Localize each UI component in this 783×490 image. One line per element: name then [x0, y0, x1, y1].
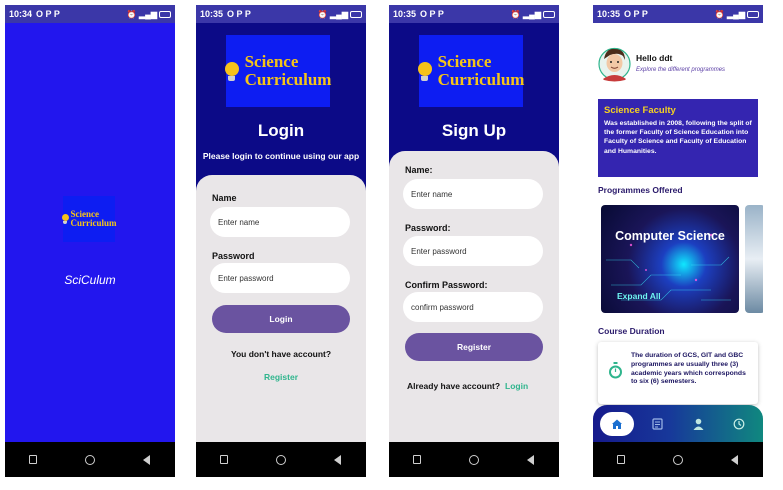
- page-title: Login: [257, 121, 305, 140]
- android-nav-bar: [593, 442, 763, 477]
- battery-icon: [350, 10, 362, 18]
- back-button[interactable]: [140, 453, 154, 467]
- faculty-description: Was established in 2008, following the s…: [604, 120, 752, 155]
- status-time: 10:35: [200, 9, 224, 19]
- avatar-icon[interactable]: [598, 43, 631, 85]
- programme-card-next[interactable]: [745, 205, 763, 313]
- status-bar: 10:35 O P P ⏰ ▂▄▆: [593, 5, 763, 23]
- programmes-heading: Programmes Offered: [598, 185, 683, 195]
- course-duration-heading: Course Duration: [598, 326, 665, 336]
- register-link[interactable]: Register: [196, 372, 366, 382]
- duration-card: The duration of GCS, GIT and GBC program…: [598, 342, 758, 404]
- home-screen: 10:35 O P P ⏰ ▂▄▆ Hello ddt Explore the d…: [593, 5, 763, 477]
- logo-line1: Science: [244, 52, 299, 72]
- history-icon: [733, 418, 745, 429]
- status-bar: 10:35 O P P ⏰ ▂▄▆: [196, 5, 366, 23]
- android-nav-bar: [5, 442, 175, 477]
- login-screen: 10:35 O P P ⏰ ▂▄▆ Science Curriculum Logi…: [196, 5, 366, 477]
- home-button[interactable]: [274, 453, 288, 467]
- faculty-title: Science Faculty: [604, 105, 676, 116]
- recents-button[interactable]: [26, 453, 40, 467]
- back-button[interactable]: [331, 453, 345, 467]
- nav-courses-tab[interactable]: [641, 412, 675, 436]
- name-label: Name: [212, 193, 237, 203]
- login-form-card: Name Enter name Password Enter password …: [196, 175, 366, 442]
- status-time: 10:34: [9, 9, 33, 19]
- no-account-prompt: You don't have account?: [230, 349, 332, 359]
- login-button[interactable]: Login: [212, 305, 350, 333]
- name-label: Name:: [405, 165, 433, 175]
- status-bar: 10:35 O P P ⏰ ▂▄▆: [389, 5, 559, 23]
- have-account-prompt: Already have account?: [407, 381, 501, 391]
- faculty-card: Science Faculty Was established in 2008,…: [598, 99, 758, 177]
- status-notification-icons: O P P: [420, 9, 444, 19]
- greeting-subtitle: Explore the different programmes: [636, 67, 726, 73]
- login-link[interactable]: Login: [505, 381, 528, 391]
- status-bar: 10:34 O P P ⏰ ▂▄▆: [5, 5, 175, 23]
- name-input[interactable]: Enter name: [210, 207, 350, 237]
- nav-history-tab[interactable]: [722, 412, 756, 436]
- nav-profile-tab[interactable]: [681, 412, 715, 436]
- splash-screen: 10:34 O P P ⏰ ▂▄▆ Science Curriculum SciC…: [5, 5, 175, 477]
- back-button[interactable]: [524, 453, 538, 467]
- signup-form-card: Name: Enter name Password: Enter passwor…: [389, 151, 559, 442]
- status-time: 10:35: [597, 9, 621, 19]
- duration-description: The duration of GCS, GIT and GBC program…: [631, 352, 746, 386]
- bottom-navigation: [593, 405, 763, 442]
- home-button[interactable]: [467, 453, 481, 467]
- app-logo: Science Curriculum: [417, 35, 525, 107]
- expand-all-link[interactable]: Expand All: [617, 291, 661, 301]
- name-input[interactable]: Enter name: [403, 179, 543, 209]
- logo-line2: Curriculum: [244, 70, 332, 89]
- nav-home-tab[interactable]: [600, 411, 635, 436]
- password-input[interactable]: Enter password: [210, 263, 350, 293]
- recents-button[interactable]: [217, 453, 231, 467]
- recents-button[interactable]: [614, 453, 628, 467]
- lightbulb-icon: [61, 214, 69, 224]
- android-nav-bar: [196, 442, 366, 477]
- logo-line2: Curriculum: [437, 70, 525, 89]
- signal-icon: ⏰ ▂▄▆: [127, 10, 171, 19]
- home-button[interactable]: [83, 453, 97, 467]
- battery-icon: [159, 10, 171, 18]
- lightbulb-icon: [224, 61, 239, 81]
- page-subtitle: Please login to continue using our app: [202, 151, 360, 161]
- programme-title: Computer Science: [615, 229, 725, 243]
- status-notification-icons: O P P: [624, 9, 648, 19]
- programme-card-computer-science[interactable]: Computer Science Expand All: [601, 205, 739, 313]
- app-logo: Science Curriculum: [61, 196, 117, 242]
- home-button[interactable]: [671, 453, 685, 467]
- confirm-password-input[interactable]: confirm password: [403, 292, 543, 322]
- status-notification-icons: O P P: [36, 9, 60, 19]
- signal-icon: ⏰ ▂▄▆: [511, 10, 555, 19]
- status-time: 10:35: [393, 9, 417, 19]
- recents-button[interactable]: [410, 453, 424, 467]
- app-name: SciCulum: [64, 273, 116, 287]
- battery-icon: [543, 10, 555, 18]
- back-button[interactable]: [728, 453, 742, 467]
- signal-icon: ⏰ ▂▄▆: [318, 10, 362, 19]
- register-button[interactable]: Register: [405, 333, 543, 361]
- password-label: Password: [212, 251, 255, 261]
- courses-icon: [652, 417, 663, 430]
- status-notification-icons: O P P: [227, 9, 251, 19]
- signup-screen: 10:35 O P P ⏰ ▂▄▆ Science Curriculum Sign…: [389, 5, 559, 477]
- signal-icon: ⏰ ▂▄▆: [715, 10, 759, 19]
- lightbulb-icon: [417, 61, 432, 81]
- greeting: Hello ddt: [636, 53, 673, 63]
- page-title: Sign Up: [441, 121, 507, 140]
- stopwatch-icon: [609, 362, 622, 379]
- confirm-password-label: Confirm Password:: [405, 280, 488, 290]
- password-input[interactable]: Enter password: [403, 236, 543, 266]
- logo-line2: Curriculum: [70, 218, 117, 228]
- android-nav-bar: [389, 442, 559, 477]
- logo-line1: Science: [437, 52, 492, 72]
- profile-icon: [693, 418, 704, 430]
- password-label: Password:: [405, 223, 451, 233]
- battery-icon: [747, 10, 759, 18]
- home-icon: [612, 419, 623, 429]
- app-logo: Science Curriculum: [224, 35, 332, 107]
